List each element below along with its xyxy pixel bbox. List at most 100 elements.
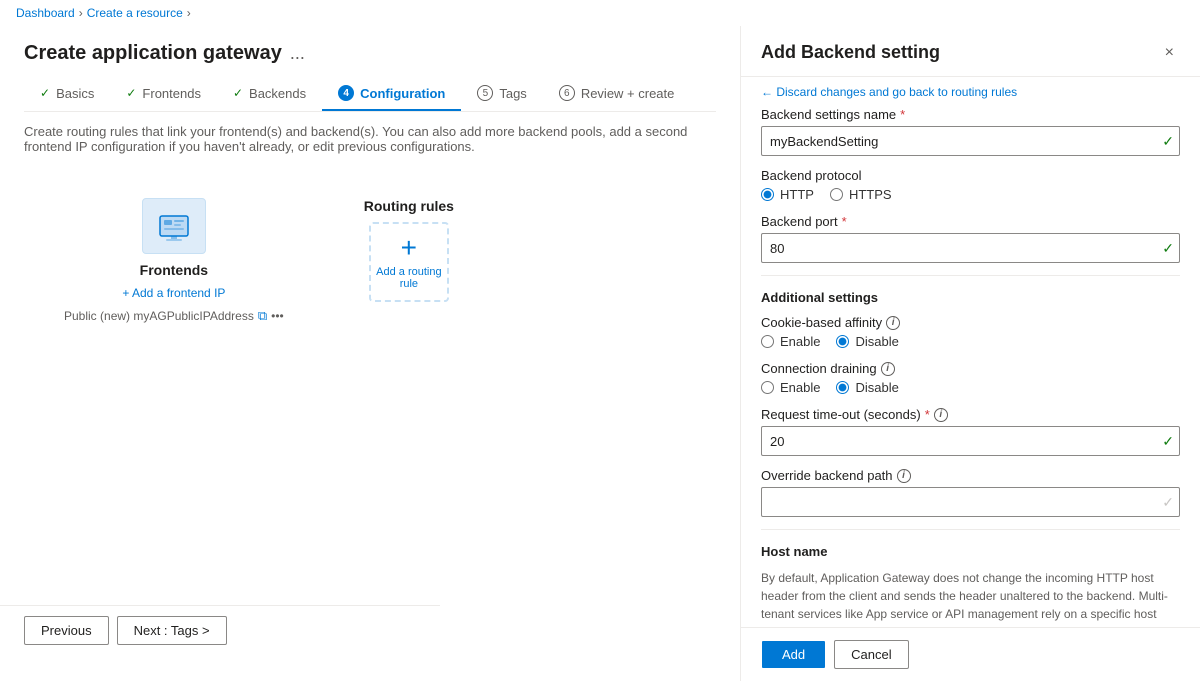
protocol-https-option[interactable]: HTTPS: [830, 187, 892, 202]
add-frontend-ip-link[interactable]: + Add a frontend IP: [122, 286, 225, 300]
breadcrumb-dashboard[interactable]: Dashboard: [16, 6, 75, 20]
backend-settings-name-row: Backend settings name * ✓: [761, 107, 1180, 156]
override-backend-path-label: Override backend path i: [761, 468, 1180, 483]
divider-2: [761, 529, 1180, 530]
tab-tags[interactable]: 5 Tags: [461, 77, 542, 111]
cookie-affinity-info-icon[interactable]: i: [886, 316, 900, 330]
request-timeout-input[interactable]: [761, 426, 1180, 456]
protocol-http-option[interactable]: HTTP: [761, 187, 814, 202]
request-timeout-info-icon[interactable]: i: [934, 408, 948, 422]
backend-protocol-radio-group: HTTP HTTPS: [761, 187, 1180, 202]
canvas-area: Frontends + Add a frontend IP Public (ne…: [24, 178, 716, 344]
tab-review[interactable]: 6 Review + create: [543, 77, 691, 111]
panel-header: Add Backend setting ×: [741, 26, 1200, 77]
tab-tags-label: Tags: [499, 86, 526, 101]
check-icon-backends: ✓: [233, 86, 243, 100]
backend-port-wrapper: ✓: [761, 233, 1180, 263]
page-options-dots[interactable]: ...: [290, 43, 305, 64]
breadcrumb-sep-2: ›: [187, 6, 191, 20]
add-routing-rule-box[interactable]: + Add a routing rule: [369, 222, 449, 302]
add-routing-rule-text: Add a routing rule: [371, 266, 447, 290]
circle-icon-tags: 5: [477, 85, 493, 101]
protocol-https-label: HTTPS: [849, 187, 892, 202]
cookie-enable-radio[interactable]: [761, 335, 774, 348]
override-backend-path-wrapper: ✓: [761, 487, 1180, 517]
backend-port-row: Backend port * ✓: [761, 214, 1180, 263]
frontends-section: Frontends + Add a frontend IP Public (ne…: [64, 198, 284, 324]
tab-frontends-label: Frontends: [142, 86, 201, 101]
previous-button[interactable]: Previous: [24, 616, 109, 645]
page-description: Create routing rules that link your fron…: [24, 124, 716, 154]
cookie-disable-label: Disable: [855, 334, 898, 349]
override-backend-path-info-icon[interactable]: i: [897, 469, 911, 483]
check-icon-port: ✓: [1162, 240, 1174, 257]
connection-draining-row: Connection draining i Enable Disable: [761, 361, 1180, 395]
bottom-bar: Previous Next : Tags >: [0, 605, 440, 651]
request-timeout-row: Request time-out (seconds) * i ✓: [761, 407, 1180, 456]
tab-backends-label: Backends: [249, 86, 306, 101]
override-backend-path-row: Override backend path i ✓: [761, 468, 1180, 517]
draining-disable-radio[interactable]: [836, 381, 849, 394]
backend-protocol-row: Backend protocol HTTP HTTPS: [761, 168, 1180, 202]
tab-navigation: ✓ Basics ✓ Frontends ✓ Backends 4 Config…: [24, 77, 716, 112]
right-panel: Add Backend setting × ← Discard changes …: [740, 26, 1200, 681]
backend-port-input[interactable]: [761, 233, 1180, 263]
host-name-description: By default, Application Gateway does not…: [761, 569, 1180, 627]
add-routing-plus-icon: +: [401, 234, 417, 262]
check-icon-name: ✓: [1162, 133, 1174, 150]
frontend-address-text: Public (new) myAGPublicIPAddress: [64, 309, 254, 323]
protocol-https-radio[interactable]: [830, 188, 843, 201]
active-icon-configuration: 4: [338, 85, 354, 101]
tab-configuration-label: Configuration: [360, 86, 445, 101]
backend-settings-name-input[interactable]: [761, 126, 1180, 156]
check-icon-timeout: ✓: [1162, 433, 1174, 450]
cookie-affinity-label: Cookie-based affinity i: [761, 315, 1180, 330]
more-options-icon[interactable]: •••: [271, 309, 284, 323]
panel-title: Add Backend setting: [761, 42, 940, 63]
backend-protocol-label: Backend protocol: [761, 168, 1180, 183]
protocol-http-radio[interactable]: [761, 188, 774, 201]
frontends-label: Frontends: [140, 262, 208, 278]
connection-draining-info-icon[interactable]: i: [881, 362, 895, 376]
tab-configuration[interactable]: 4 Configuration: [322, 77, 461, 111]
cookie-affinity-radio-group: Enable Disable: [761, 334, 1180, 349]
draining-disable-option[interactable]: Disable: [836, 380, 898, 395]
draining-enable-label: Enable: [780, 380, 820, 395]
cookie-disable-radio[interactable]: [836, 335, 849, 348]
copy-icon[interactable]: ⧉: [258, 308, 267, 324]
backend-settings-name-label: Backend settings name *: [761, 107, 1180, 122]
frontend-address-row: Public (new) myAGPublicIPAddress ⧉ •••: [64, 308, 284, 324]
backend-port-label: Backend port *: [761, 214, 1180, 229]
required-star-2: *: [842, 214, 847, 229]
next-button[interactable]: Next : Tags >: [117, 616, 227, 645]
tab-frontends[interactable]: ✓ Frontends: [110, 78, 217, 111]
cookie-enable-option[interactable]: Enable: [761, 334, 820, 349]
backend-settings-name-wrapper: ✓: [761, 126, 1180, 156]
circle-icon-review: 6: [559, 85, 575, 101]
tab-basics[interactable]: ✓ Basics: [24, 78, 110, 111]
override-backend-path-input[interactable]: [761, 487, 1180, 517]
check-icon-override: ✓: [1162, 494, 1174, 511]
request-timeout-label: Request time-out (seconds) * i: [761, 407, 1180, 422]
cookie-disable-option[interactable]: Disable: [836, 334, 898, 349]
tab-review-label: Review + create: [581, 86, 675, 101]
additional-settings-heading: Additional settings: [761, 290, 1180, 305]
draining-disable-label: Disable: [855, 380, 898, 395]
breadcrumb-sep-1: ›: [79, 6, 83, 20]
tab-backends[interactable]: ✓ Backends: [217, 78, 322, 111]
panel-close-button[interactable]: ×: [1159, 42, 1180, 64]
cookie-affinity-row: Cookie-based affinity i Enable Disable: [761, 315, 1180, 349]
panel-body: Backend settings name * ✓ Backend protoc…: [741, 107, 1200, 627]
page-title: Create application gateway: [24, 42, 282, 65]
draining-enable-option[interactable]: Enable: [761, 380, 820, 395]
cookie-enable-label: Enable: [780, 334, 820, 349]
check-icon-frontends: ✓: [126, 86, 136, 100]
connection-draining-radio-group: Enable Disable: [761, 380, 1180, 395]
draining-enable-radio[interactable]: [761, 381, 774, 394]
left-panel: Create application gateway ... ✓ Basics …: [0, 26, 740, 651]
tab-basics-label: Basics: [56, 86, 94, 101]
panel-back-link[interactable]: ← Discard changes and go back to routing…: [741, 77, 1200, 107]
routing-rules-label: Routing rules: [364, 198, 454, 214]
breadcrumb-create-resource[interactable]: Create a resource: [87, 6, 183, 20]
required-star-1: *: [900, 107, 905, 122]
